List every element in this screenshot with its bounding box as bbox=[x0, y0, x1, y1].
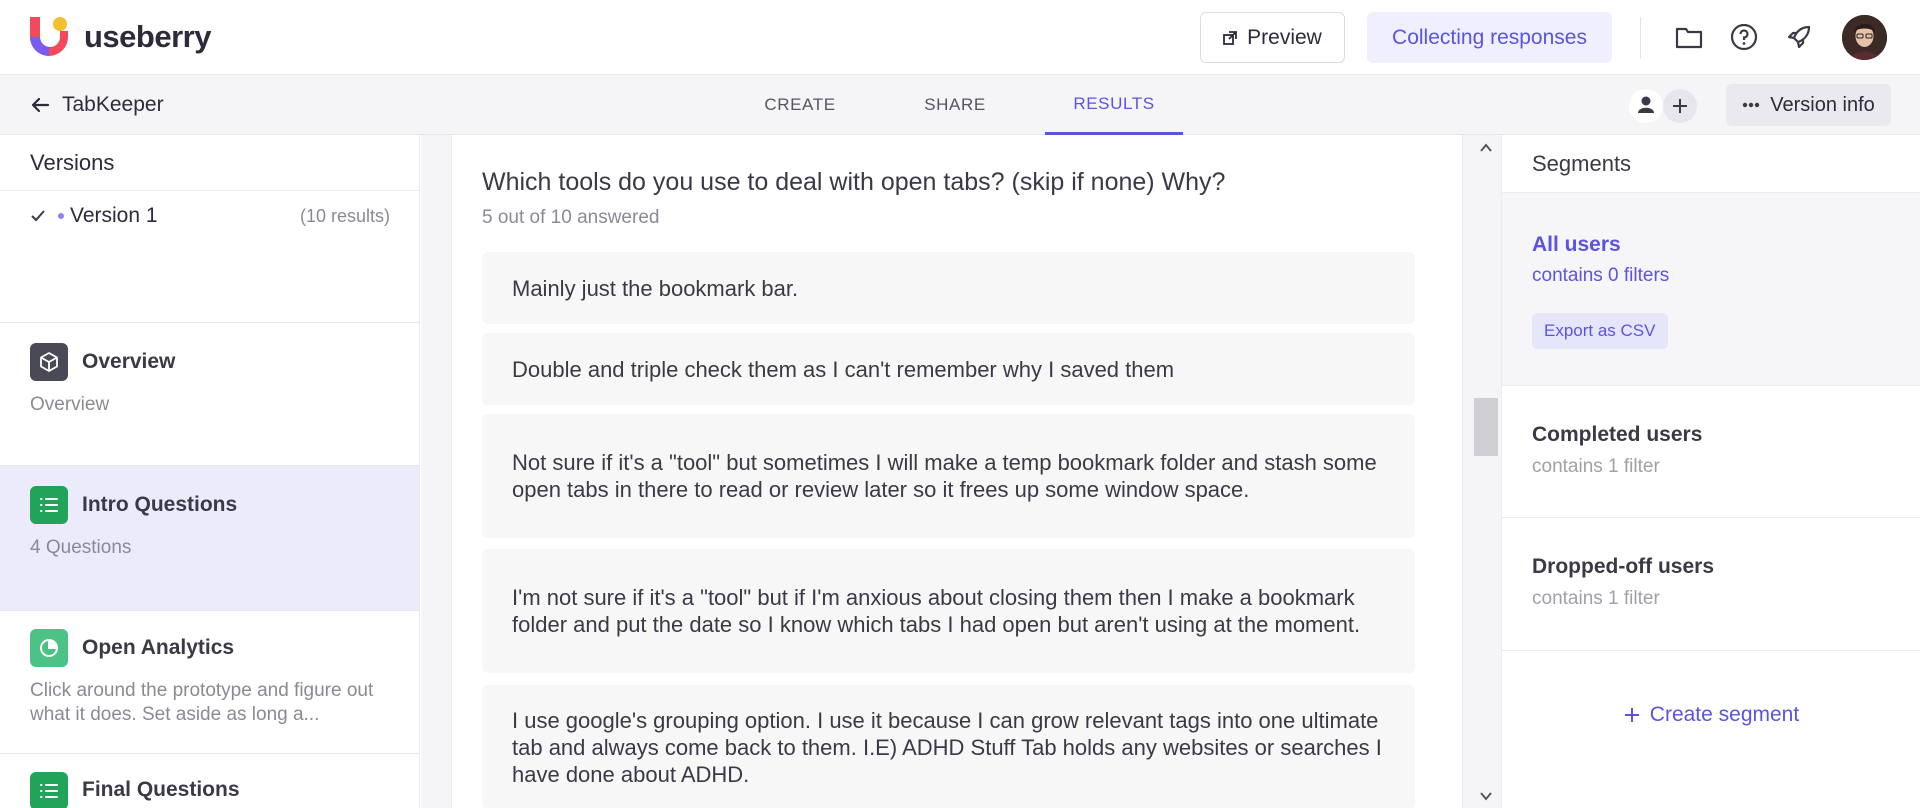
create-segment-label: Create segment bbox=[1649, 703, 1800, 726]
version-item[interactable]: Version 1 (10 results) bbox=[30, 201, 390, 231]
list-icon bbox=[30, 486, 68, 524]
results-panel: Which tools do you use to deal with open… bbox=[421, 135, 1501, 808]
section-title: Open Analytics bbox=[82, 636, 235, 659]
tab-results[interactable]: RESULTS bbox=[1045, 75, 1183, 135]
preview-label: Preview bbox=[1247, 25, 1322, 49]
plus-icon bbox=[1624, 708, 1639, 722]
user-avatar[interactable] bbox=[1842, 15, 1887, 60]
question-title: Which tools do you use to deal with open… bbox=[482, 168, 1226, 196]
sub-navigation: TabKeeper CREATE SHARE RESULTS Version i… bbox=[0, 75, 1920, 135]
segment-all-users[interactable]: All users contains 0 filters Export as C… bbox=[1502, 193, 1920, 386]
useberry-logo-icon[interactable] bbox=[30, 17, 70, 57]
scrollbar-thumb[interactable] bbox=[1474, 398, 1498, 456]
divider bbox=[0, 190, 419, 191]
answer-item: I'm not sure if it's a "tool" but if I'm… bbox=[482, 549, 1415, 673]
version-info-label: Version info bbox=[1770, 93, 1875, 116]
segment-filters: contains 1 filter bbox=[1532, 456, 1660, 477]
section-subtitle: Overview bbox=[30, 394, 110, 415]
section-overview[interactable]: Overview Overview bbox=[0, 322, 419, 465]
segments-panel: Segments All users contains 0 filters Ex… bbox=[1501, 135, 1920, 808]
segment-dropped-off-users[interactable]: Dropped-off users contains 1 filter bbox=[1502, 518, 1920, 651]
section-title: Intro Questions bbox=[82, 493, 238, 516]
tab-share[interactable]: SHARE bbox=[900, 75, 1010, 135]
left-sidebar: Versions Version 1 (10 results) Overview… bbox=[0, 135, 420, 808]
external-link-icon bbox=[1223, 30, 1238, 45]
answer-item: I use google's grouping option. I use it… bbox=[482, 685, 1415, 808]
more-horizontal-icon bbox=[1743, 102, 1760, 108]
segment-name: Dropped-off users bbox=[1532, 555, 1715, 578]
scroll-up-icon[interactable] bbox=[1478, 140, 1494, 156]
list-icon bbox=[30, 772, 68, 808]
divider bbox=[1640, 17, 1641, 59]
answer-item: Double and triple check them as I can't … bbox=[482, 333, 1415, 405]
rocket-icon[interactable] bbox=[1784, 22, 1814, 52]
segment-filters: contains 1 filter bbox=[1532, 588, 1660, 609]
version-info-button[interactable]: Version info bbox=[1726, 84, 1891, 126]
preview-button[interactable]: Preview bbox=[1200, 12, 1345, 63]
back-to-project[interactable]: TabKeeper bbox=[30, 93, 164, 117]
question-card: Which tools do you use to deal with open… bbox=[451, 135, 1463, 808]
avatar-image-icon bbox=[1842, 15, 1887, 60]
help-icon[interactable] bbox=[1729, 22, 1759, 52]
section-intro-questions[interactable]: Intro Questions 4 Questions bbox=[0, 465, 419, 610]
project-name: TabKeeper bbox=[62, 93, 164, 116]
segments-header: Segments bbox=[1502, 135, 1920, 193]
scroll-down-icon[interactable] bbox=[1478, 788, 1494, 804]
version-results: (10 results) bbox=[299, 205, 390, 226]
arrow-left-icon bbox=[31, 97, 50, 113]
cube-icon bbox=[30, 343, 68, 381]
segment-name: All users bbox=[1532, 233, 1621, 256]
section-subtitle: Click around the prototype and figure ou… bbox=[30, 680, 374, 725]
answered-count: 5 out of 10 answered bbox=[482, 207, 660, 228]
collaborators-icon[interactable] bbox=[1628, 88, 1698, 124]
section-subtitle: 4 Questions bbox=[30, 537, 132, 558]
version-name: Version 1 bbox=[70, 204, 158, 227]
segment-filters: contains 0 filters bbox=[1532, 265, 1670, 286]
collecting-status-button[interactable]: Collecting responses bbox=[1367, 12, 1612, 63]
section-open-analytics[interactable]: Open Analytics Click around the prototyp… bbox=[0, 610, 419, 753]
segment-completed-users[interactable]: Completed users contains 1 filter bbox=[1502, 386, 1920, 518]
segments-title: Segments bbox=[1532, 151, 1632, 176]
segment-name: Completed users bbox=[1532, 423, 1703, 446]
folder-icon[interactable] bbox=[1674, 22, 1704, 52]
answer-item: Not sure if it's a "tool" but sometimes … bbox=[482, 414, 1415, 538]
pie-chart-icon bbox=[30, 629, 68, 667]
section-final-questions[interactable]: Final Questions bbox=[0, 753, 419, 808]
create-segment-button[interactable]: Create segment bbox=[1502, 695, 1920, 735]
section-title: Final Questions bbox=[82, 778, 240, 801]
export-csv-button[interactable]: Export as CSV bbox=[1532, 313, 1668, 349]
version-dot bbox=[58, 213, 64, 219]
versions-title: Versions bbox=[30, 150, 115, 175]
answer-item: Mainly just the bookmark bar. bbox=[482, 252, 1415, 324]
check-icon bbox=[31, 210, 45, 222]
top-bar: useberry Preview Collecting responses bbox=[0, 0, 1920, 75]
section-title: Overview bbox=[82, 350, 176, 373]
brand-name: useberry bbox=[84, 19, 211, 54]
tab-create[interactable]: CREATE bbox=[745, 75, 855, 135]
